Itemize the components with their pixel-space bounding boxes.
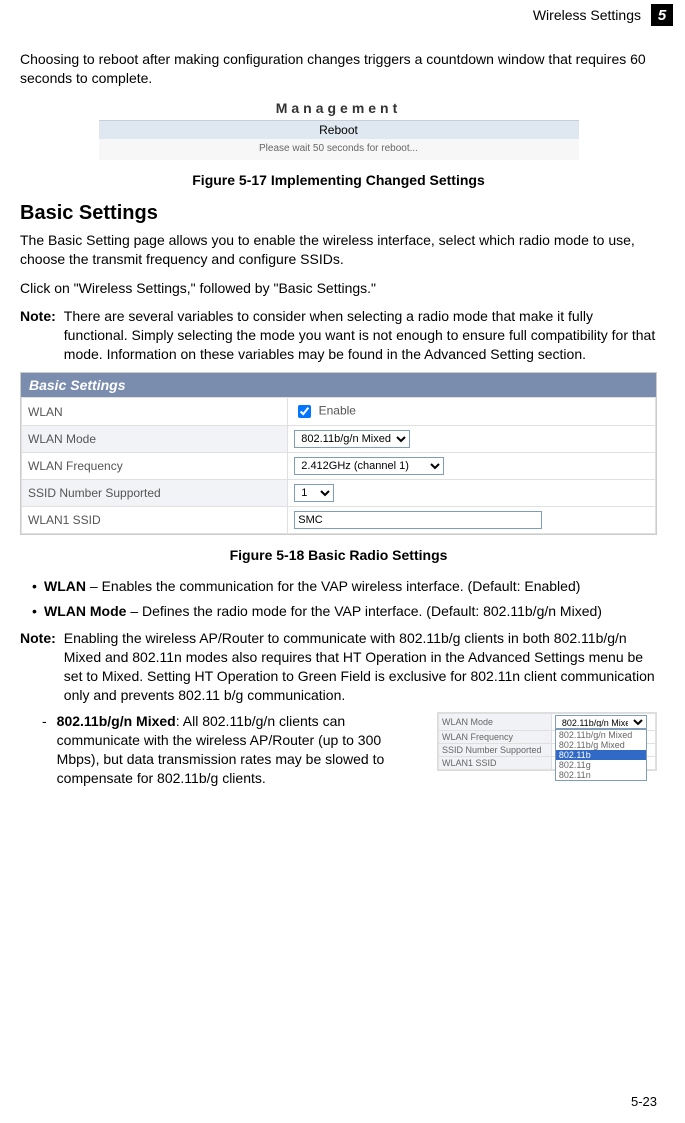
- bullet-wlan-mode-text: – Defines the radio mode for the VAP int…: [126, 603, 602, 619]
- sub-bullet-text: 802.11b/g/n Mixed: All 802.11b/g/n clien…: [57, 712, 423, 788]
- mini-mode-value-cell: 802.11b/g/n Mixed 802.11b/g/n Mixed 802.…: [551, 714, 655, 731]
- wlan1-ssid-label: WLAN1 SSID: [22, 507, 288, 534]
- wlan-frequency-select[interactable]: 2.412GHz (channel 1): [294, 457, 444, 475]
- note-text: Enabling the wireless AP/Router to commu…: [64, 629, 657, 705]
- wlan-mode-label: WLAN Mode: [22, 426, 288, 453]
- mode-option[interactable]: 802.11b/g Mixed: [556, 740, 646, 750]
- sub-bullet-term: 802.11b/g/n Mixed: [57, 713, 176, 729]
- bullet-wlan-mode-term: WLAN Mode: [44, 603, 126, 619]
- bullet-wlan-term: WLAN: [44, 578, 86, 594]
- mini-freq-label: WLAN Frequency: [439, 731, 552, 744]
- wlan-mode-select[interactable]: 802.11b/g/n Mixed: [294, 430, 410, 448]
- note-text: There are several variables to consider …: [64, 307, 657, 364]
- mode-option[interactable]: 802.11n: [556, 770, 646, 780]
- sub-bullet-row: - 802.11b/g/n Mixed: All 802.11b/g/n cli…: [20, 712, 657, 788]
- figure-5-18-caption: Figure 5-18 Basic Radio Settings: [20, 547, 657, 563]
- wlan-enable-checkbox[interactable]: [298, 405, 311, 418]
- note-2: Note: Enabling the wireless AP/Router to…: [20, 629, 657, 705]
- ssid-number-select[interactable]: 1: [294, 484, 334, 502]
- dash-marker: -: [20, 712, 47, 731]
- mode-option[interactable]: 802.11g: [556, 760, 646, 770]
- note-label: Note:: [20, 629, 56, 648]
- reboot-message: Please wait 50 seconds for reboot...: [99, 139, 579, 160]
- wlan-label: WLAN: [22, 398, 288, 426]
- basic-settings-panel-header: Basic Settings: [21, 373, 656, 397]
- wlan-enable-text: Enable: [319, 404, 356, 418]
- reboot-bar: Reboot: [99, 120, 579, 139]
- bullet-list: WLAN – Enables the communication for the…: [20, 577, 657, 621]
- mini-mode-select[interactable]: 802.11b/g/n Mixed: [555, 715, 647, 729]
- mini-ssidnum-label: SSID Number Supported: [439, 744, 552, 757]
- figure-5-17: Management Reboot Please wait 50 seconds…: [20, 100, 657, 160]
- mini-mode-label: WLAN Mode: [439, 714, 552, 731]
- bullet-wlan-mode: WLAN Mode – Defines the radio mode for t…: [32, 602, 657, 621]
- basic-settings-para2: Click on "Wireless Settings," followed b…: [20, 279, 657, 298]
- figure-5-18-panel: Basic Settings WLAN Enable WLAN Mode 802…: [20, 372, 657, 535]
- mini-wlan1-label: WLAN1 SSID: [439, 757, 552, 770]
- wlan1-ssid-input[interactable]: [294, 511, 542, 529]
- mode-option-selected[interactable]: 802.11b: [556, 750, 646, 760]
- wlan-freq-label: WLAN Frequency: [22, 453, 288, 480]
- ssid-num-label: SSID Number Supported: [22, 480, 288, 507]
- mini-mode-dropdown-open[interactable]: 802.11b/g/n Mixed 802.11b/g Mixed 802.11…: [555, 729, 647, 781]
- wlan-mode-dropdown-figure: WLAN Mode 802.11b/g/n Mixed 802.11b/g/n …: [437, 712, 657, 771]
- section-label: Wireless Settings: [533, 7, 641, 23]
- intro-paragraph: Choosing to reboot after making configur…: [20, 50, 657, 88]
- bullet-wlan-text: – Enables the communication for the VAP …: [86, 578, 580, 594]
- figure-5-17-caption: Figure 5-17 Implementing Changed Setting…: [20, 172, 657, 188]
- chapter-number-box: 5: [651, 4, 673, 26]
- mode-option[interactable]: 802.11b/g/n Mixed: [556, 730, 646, 740]
- page-number: 5-23: [631, 1094, 657, 1109]
- page-header: Wireless Settings 5: [533, 4, 673, 26]
- bullet-wlan: WLAN – Enables the communication for the…: [32, 577, 657, 596]
- basic-settings-heading: Basic Settings: [20, 202, 657, 225]
- wlan-enable-cell: Enable: [288, 398, 656, 426]
- management-heading: Management: [99, 100, 579, 116]
- note-label: Note:: [20, 307, 56, 326]
- basic-settings-para1: The Basic Setting page allows you to ena…: [20, 231, 657, 269]
- note-1: Note: There are several variables to con…: [20, 307, 657, 364]
